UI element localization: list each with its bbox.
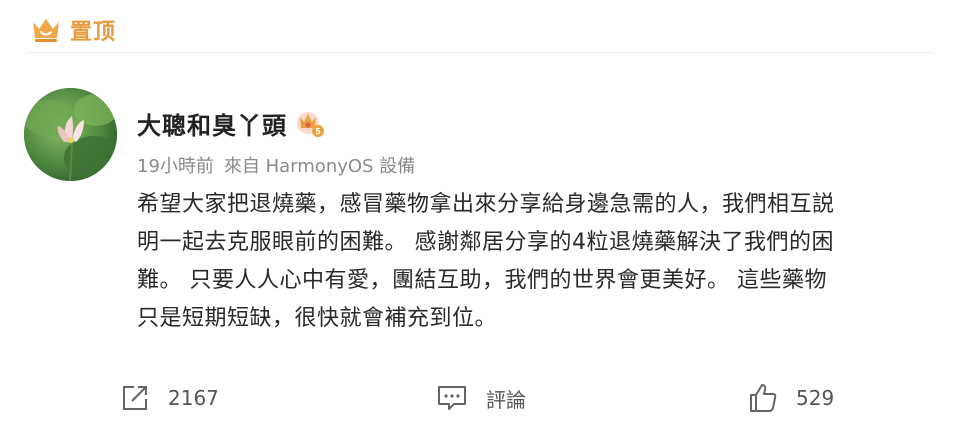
post-line: 希望大家把退燒藥，感冒藥物拿出來分享給身邊急需的人，我們相互説	[137, 192, 835, 217]
pinned-label: 置顶	[70, 20, 117, 45]
crown-icon	[33, 19, 59, 42]
comment-icon	[438, 386, 466, 410]
pinned-header: 置顶	[30, 14, 116, 46]
post-line: 只是短期短缺，很快就會補充到位。	[137, 306, 498, 331]
post-time: 19小時前	[137, 156, 214, 177]
post-source: 來自 HarmonyOS 設備	[223, 156, 416, 177]
thumbs-up-icon	[750, 384, 777, 412]
comment-button[interactable]: 評論	[436, 378, 526, 418]
like-count: 529	[796, 386, 835, 410]
divider	[26, 52, 933, 53]
vip-crown-badge-icon[interactable]: 5	[295, 108, 325, 138]
post-line: 明一起去克服眼前的困難。 感謝鄰居分享的4粒退燒藥解決了我們的困	[137, 230, 834, 255]
author-row: 大聰和臭丫頭 5	[137, 104, 325, 142]
author-name[interactable]: 大聰和臭丫頭	[137, 106, 287, 141]
like-button[interactable]: 529	[748, 378, 834, 418]
lotus-avatar-image	[24, 88, 117, 181]
post-content: 希望大家把退燒藥，感冒藥物拿出來分享給身邊急需的人，我們相互説 明一起去克服眼前…	[137, 186, 937, 338]
comment-label: 評論	[486, 387, 526, 412]
post-meta: 19小時前 來自 HarmonyOS 設備	[137, 152, 415, 178]
action-bar: 2167 評論 529	[0, 378, 959, 418]
svg-text:5: 5	[315, 127, 320, 137]
share-count: 2167	[168, 386, 219, 410]
share-icon	[123, 386, 147, 410]
avatar[interactable]	[24, 88, 117, 181]
post-line: 難。 只要人人心中有愛，團結互助，我們的世界會更美好。 這些藥物	[137, 268, 827, 293]
share-button[interactable]: 2167	[120, 378, 219, 418]
